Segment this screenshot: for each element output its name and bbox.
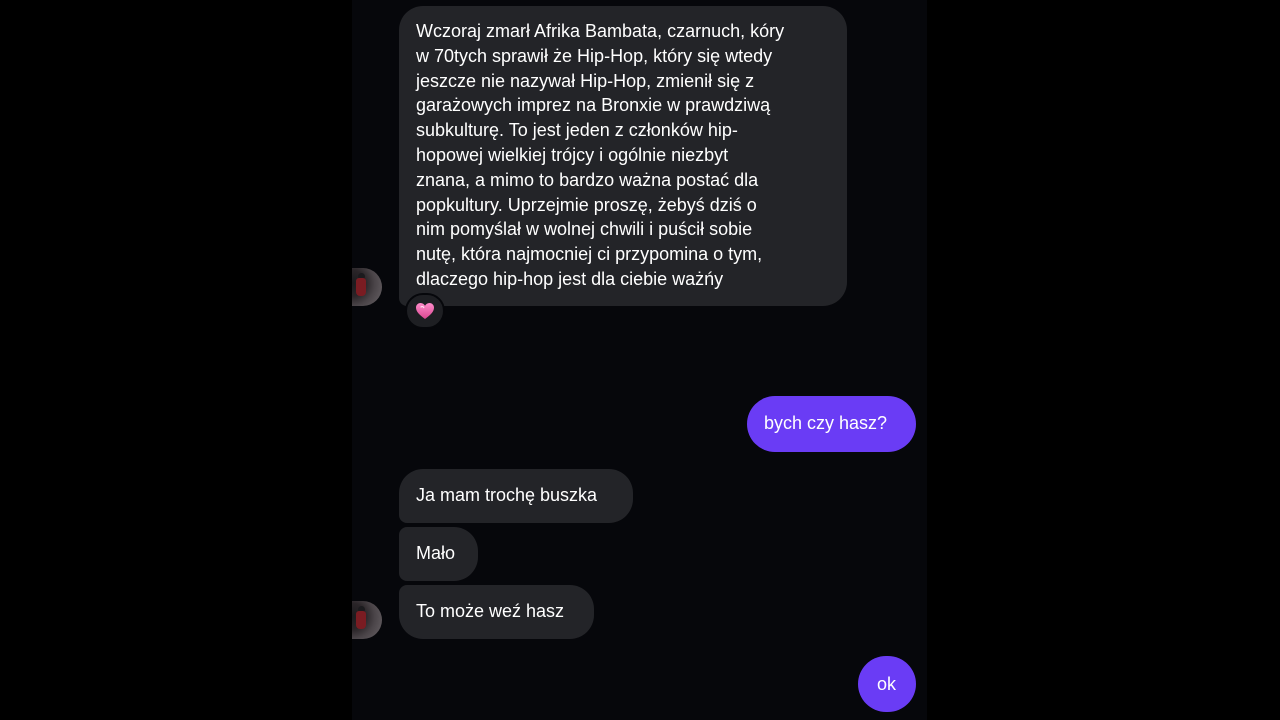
message-bubble-incoming[interactable]: To może weź hasz: [399, 585, 594, 639]
chat-thread[interactable]: Wczoraj zmarł Afrika Bambata, czarnuch, …: [352, 0, 927, 720]
contact-avatar[interactable]: [352, 601, 382, 639]
message-bubble-outgoing[interactable]: ok: [858, 656, 916, 712]
reaction-badge[interactable]: [405, 293, 445, 329]
message-bubble-incoming[interactable]: Mało: [399, 527, 478, 581]
message-bubble-incoming[interactable]: Ja mam trochę buszka: [399, 469, 633, 523]
contact-avatar[interactable]: [352, 268, 382, 306]
heart-icon: [416, 303, 434, 319]
message-bubble-incoming[interactable]: Wczoraj zmarł Afrika Bambata, czarnuch, …: [399, 6, 847, 306]
screen: Wczoraj zmarł Afrika Bambata, czarnuch, …: [0, 0, 1280, 720]
message-bubble-outgoing[interactable]: bych czy hasz?: [747, 396, 916, 452]
